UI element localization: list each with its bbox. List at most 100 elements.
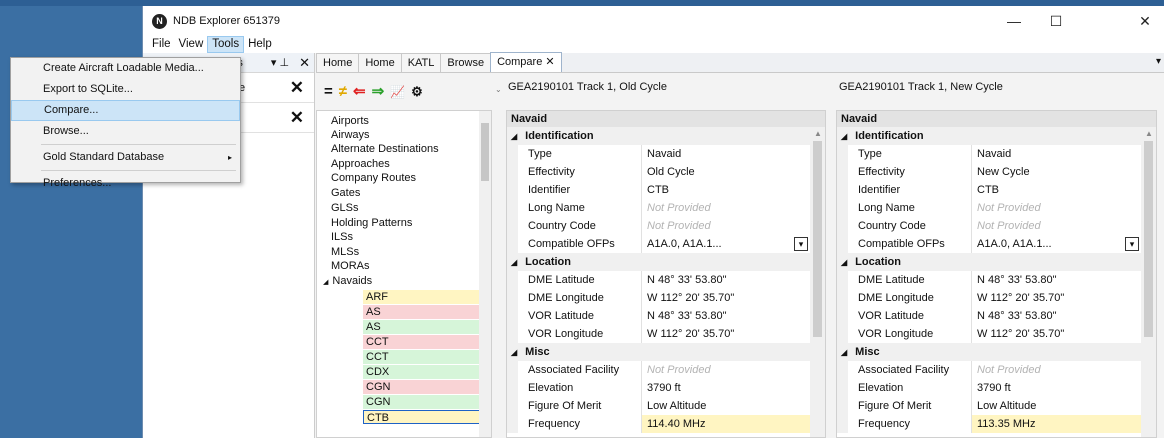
gear-icon[interactable]: ⚙: [411, 83, 423, 101]
property-row[interactable]: Frequency 114.40 MHz: [507, 415, 825, 433]
tab-browse[interactable]: Browse: [440, 53, 492, 72]
collapse-icon[interactable]: ◢: [841, 258, 847, 267]
tree-leaf-navaid[interactable]: AS: [363, 305, 483, 319]
dropdown-button[interactable]: ▾: [794, 237, 808, 251]
property-row[interactable]: VOR Longitude W 112° 20' 35.70": [507, 325, 825, 343]
panel-close-icon[interactable]: ✕: [299, 55, 310, 71]
property-row[interactable]: Figure Of Merit Low Altitude: [837, 397, 1156, 415]
property-row[interactable]: Compatible OFPs A1A.0, A1A.1... ▾: [507, 235, 825, 253]
left-arrow-icon[interactable]: ⇐: [353, 83, 366, 101]
expand-icon[interactable]: ◢: [323, 279, 328, 286]
tree-leaf-navaid[interactable]: CCT: [363, 350, 483, 364]
row-close-icon[interactable]: ✕: [290, 108, 304, 128]
property-row[interactable]: Associated Facility Not Provided: [507, 361, 825, 379]
scroll-up-icon[interactable]: ▲: [814, 129, 822, 138]
collapse-icon[interactable]: ◢: [841, 348, 847, 357]
minimize-button[interactable]: —: [994, 6, 1034, 36]
property-row[interactable]: DME Longitude W 112° 20' 35.70": [507, 289, 825, 307]
section-location[interactable]: ◢ Location: [837, 253, 1156, 271]
grid-scrollbar[interactable]: ▲: [1141, 127, 1156, 437]
grid-scrollbar[interactable]: ▲: [810, 127, 825, 437]
menu-help[interactable]: Help: [244, 36, 276, 53]
property-row[interactable]: DME Latitude N 48° 33' 53.80": [837, 271, 1156, 289]
tree-leaf-navaid[interactable]: CGN: [363, 380, 483, 394]
section-location[interactable]: ◢ Location: [507, 253, 825, 271]
property-row[interactable]: Type Navaid: [837, 145, 1156, 163]
chart-icon[interactable]: 📈: [390, 83, 405, 101]
menu-item-preferences[interactable]: Preferences...: [11, 173, 240, 194]
collapse-icon[interactable]: ◢: [511, 132, 517, 141]
property-row[interactable]: Elevation 3790 ft: [507, 379, 825, 397]
splitter-icon[interactable]: ⌄: [495, 85, 502, 94]
property-row[interactable]: Compatible OFPs A1A.0, A1A.1... ▾: [837, 235, 1156, 253]
right-arrow-icon[interactable]: ⇒: [372, 83, 385, 101]
menu-item-browse[interactable]: Browse...: [11, 121, 240, 142]
tree-item-ilss[interactable]: ILSs: [331, 231, 353, 243]
property-row[interactable]: VOR Latitude N 48° 33' 53.80": [507, 307, 825, 325]
property-row[interactable]: Long Name Not Provided: [837, 199, 1156, 217]
property-row[interactable]: DME Latitude N 48° 33' 53.80": [507, 271, 825, 289]
menu-file[interactable]: File: [148, 36, 175, 53]
section-misc[interactable]: ◢ Misc: [507, 343, 825, 361]
tab-home[interactable]: Home: [316, 53, 360, 72]
tree-leaf-navaid-selected[interactable]: CTB: [363, 410, 483, 424]
tree-item-approaches[interactable]: Approaches: [331, 158, 390, 170]
collapse-icon[interactable]: ◢: [511, 348, 517, 357]
menu-tools[interactable]: Tools: [207, 36, 245, 53]
scroll-up-icon[interactable]: ▲: [1145, 129, 1153, 138]
tree-item-airways[interactable]: Airways: [331, 129, 370, 141]
menu-item-compare[interactable]: Compare...: [11, 100, 240, 121]
pin-icon[interactable]: ▾ ⊥: [271, 56, 289, 69]
maximize-button[interactable]: ☐: [1036, 6, 1076, 36]
collapse-icon[interactable]: ◢: [511, 258, 517, 267]
tab-home-2[interactable]: Home: [358, 53, 402, 72]
show-equal-button[interactable]: =: [324, 83, 333, 101]
grid-scroll-thumb[interactable]: [1144, 141, 1153, 337]
property-row[interactable]: VOR Longitude W 112° 20' 35.70": [837, 325, 1156, 343]
collapse-icon[interactable]: ◢: [841, 132, 847, 141]
tree-item-company-routes[interactable]: Company Routes: [331, 172, 416, 184]
menu-item-create-aircraft-loadable-media[interactable]: Create Aircraft Loadable Media...: [11, 58, 240, 79]
property-row[interactable]: DME Longitude W 112° 20' 35.70": [837, 289, 1156, 307]
property-row[interactable]: Figure Of Merit Low Altitude: [507, 397, 825, 415]
tree-leaf-navaid[interactable]: CGN: [363, 395, 483, 409]
tree-scroll-thumb[interactable]: [481, 123, 489, 181]
dropdown-button[interactable]: ▾: [1125, 237, 1139, 251]
tree-item-holding-patterns[interactable]: Holding Patterns: [331, 217, 412, 229]
tree-item-alternate-destinations[interactable]: Alternate Destinations: [331, 143, 439, 155]
section-misc[interactable]: ◢ Misc: [837, 343, 1156, 361]
tree-scrollbar[interactable]: [479, 111, 491, 437]
property-row[interactable]: Elevation 3790 ft: [837, 379, 1156, 397]
tree-leaf-navaid[interactable]: CCT: [363, 335, 483, 349]
property-row[interactable]: Effectivity New Cycle: [837, 163, 1156, 181]
tab-overflow-icon[interactable]: ▾: [1156, 56, 1161, 67]
tree-leaf-navaid[interactable]: ARF: [363, 290, 483, 304]
tree-item-glss[interactable]: GLSs: [331, 202, 359, 214]
tab-katl[interactable]: KATL: [400, 53, 442, 72]
menu-item-gold-standard-database[interactable]: Gold Standard Database ▸: [11, 147, 240, 168]
property-row[interactable]: Country Code Not Provided: [837, 217, 1156, 235]
tree-item-airports[interactable]: Airports: [331, 115, 369, 127]
property-row[interactable]: VOR Latitude N 48° 33' 53.80": [837, 307, 1156, 325]
row-close-icon[interactable]: ✕: [290, 78, 304, 98]
menu-item-export-to-sqlite[interactable]: Export to SQLite...: [11, 79, 240, 100]
property-row[interactable]: Associated Facility Not Provided: [837, 361, 1156, 379]
tree-leaf-navaid[interactable]: AS: [363, 320, 483, 334]
property-row[interactable]: Type Navaid: [507, 145, 825, 163]
section-identification[interactable]: ◢ Identification: [837, 127, 1156, 145]
tree-leaf-navaid[interactable]: CDX: [363, 365, 483, 379]
tree-item-gates[interactable]: Gates: [331, 187, 360, 199]
property-row[interactable]: Identifier CTB: [507, 181, 825, 199]
property-row[interactable]: Identifier CTB: [837, 181, 1156, 199]
property-row[interactable]: Long Name Not Provided: [507, 199, 825, 217]
tab-compare[interactable]: Compare ✕: [490, 52, 562, 72]
close-button[interactable]: ✕: [1125, 6, 1164, 36]
section-identification[interactable]: ◢ Identification: [507, 127, 825, 145]
tree-item-mlss[interactable]: MLSs: [331, 246, 359, 258]
tree-item-navaids[interactable]: ◢ Navaids: [323, 275, 372, 287]
property-row[interactable]: Country Code Not Provided: [507, 217, 825, 235]
tree-item-moras[interactable]: MORAs: [331, 260, 370, 272]
menu-view[interactable]: View: [175, 36, 208, 53]
show-different-button[interactable]: ≠: [339, 83, 347, 101]
grid-scroll-thumb[interactable]: [813, 141, 822, 337]
